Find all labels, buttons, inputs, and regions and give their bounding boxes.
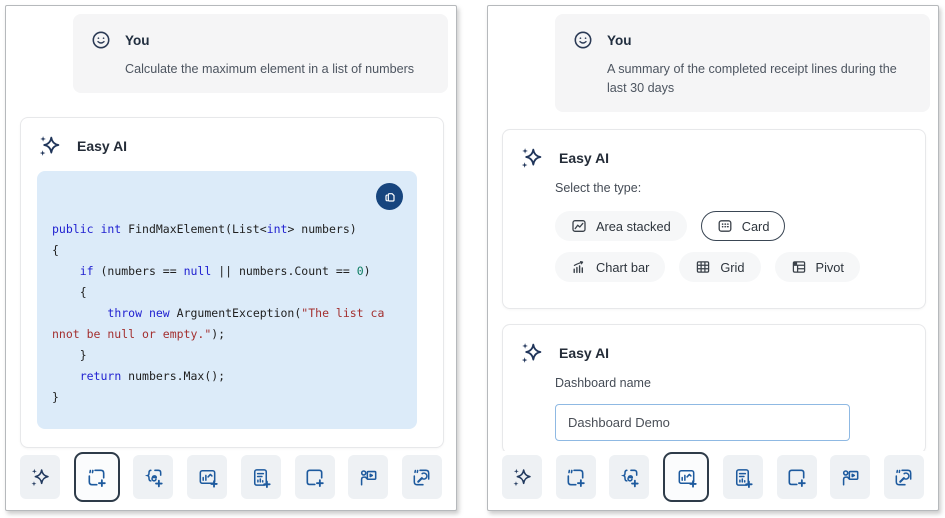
page-add-icon bbox=[785, 466, 808, 489]
add-code-button[interactable] bbox=[133, 455, 173, 499]
chip-row: Area stacked Card bbox=[555, 211, 909, 241]
user-name: You bbox=[125, 33, 150, 48]
report-add-icon bbox=[731, 466, 754, 489]
page-add-icon bbox=[303, 466, 326, 489]
action-toolbar bbox=[6, 451, 456, 503]
action-toolbar bbox=[488, 451, 938, 503]
code-line: nnot be null or empty."); bbox=[52, 324, 402, 345]
user-message-text: A summary of the completed receipt lines… bbox=[607, 60, 914, 98]
wrench-scan-icon bbox=[892, 466, 915, 489]
pivot-icon bbox=[791, 259, 807, 275]
card-icon bbox=[717, 218, 733, 234]
code-line: throw new ArgumentException("The list ca bbox=[52, 303, 402, 324]
sparkle-icon bbox=[37, 133, 63, 159]
code-content: public int FindMaxElement(List<int> numb… bbox=[52, 219, 402, 408]
code-line: { bbox=[52, 240, 402, 261]
chip-pivot[interactable]: Pivot bbox=[775, 252, 860, 282]
presentation-button[interactable] bbox=[830, 455, 870, 499]
chip-label: Chart bar bbox=[596, 260, 649, 275]
presentation-icon bbox=[839, 466, 862, 489]
chip-label: Card bbox=[742, 219, 770, 234]
chip-grid[interactable]: Grid bbox=[679, 252, 760, 282]
dashboard-name-label: Dashboard name bbox=[555, 376, 925, 390]
grid-icon bbox=[695, 259, 711, 275]
copy-code-button[interactable] bbox=[376, 183, 403, 210]
sparkle-icon bbox=[29, 466, 52, 489]
frame-add-icon bbox=[85, 466, 108, 489]
dashboard-name-input[interactable] bbox=[555, 404, 850, 441]
chip-label: Area stacked bbox=[596, 219, 671, 234]
tools-button[interactable] bbox=[884, 455, 924, 499]
type-prompt: Select the type: bbox=[555, 181, 925, 195]
add-snippet-button[interactable] bbox=[556, 455, 596, 499]
add-code-button[interactable] bbox=[609, 455, 649, 499]
user-message-bubble: You Calculate the maximum element in a l… bbox=[73, 14, 448, 93]
code-block: public int FindMaxElement(List<int> numb… bbox=[37, 171, 417, 429]
code-add-icon bbox=[618, 466, 641, 489]
chart-bar-icon bbox=[571, 259, 587, 275]
sparkle-icon bbox=[511, 466, 534, 489]
add-report-button[interactable] bbox=[723, 455, 763, 499]
add-report-button[interactable] bbox=[241, 455, 281, 499]
report-add-icon bbox=[249, 466, 272, 489]
two-panel-screenshot: You Calculate the maximum element in a l… bbox=[0, 0, 945, 511]
chip-label: Pivot bbox=[816, 260, 844, 275]
code-line: if (numbers == null || numbers.Count == … bbox=[52, 261, 402, 282]
sparkle-icon bbox=[519, 145, 545, 171]
add-page-button[interactable] bbox=[295, 455, 335, 499]
ai-sparkle-button[interactable] bbox=[20, 455, 60, 499]
code-line: } bbox=[52, 345, 402, 366]
add-page-button[interactable] bbox=[777, 455, 817, 499]
code-line: { bbox=[52, 282, 402, 303]
code-add-icon bbox=[142, 466, 165, 489]
add-dashboard-button[interactable] bbox=[187, 455, 227, 499]
right-chat-panel: You A summary of the completed receipt l… bbox=[487, 5, 939, 511]
area-stacked-icon bbox=[571, 218, 587, 234]
frame-add-icon bbox=[564, 466, 587, 489]
chart-add-icon bbox=[675, 466, 698, 489]
assistant-name: Easy AI bbox=[559, 150, 609, 166]
code-line: } bbox=[52, 387, 402, 408]
user-message-text: Calculate the maximum element in a list … bbox=[125, 60, 432, 79]
assistant-name-card: Easy AI Dashboard name bbox=[502, 324, 926, 454]
sparkle-icon bbox=[519, 340, 545, 366]
assistant-name: Easy AI bbox=[77, 138, 127, 154]
smiley-face-icon bbox=[572, 29, 594, 51]
chip-label: Grid bbox=[720, 260, 744, 275]
chip-card[interactable]: Card bbox=[701, 211, 786, 241]
wrench-scan-icon bbox=[410, 466, 433, 489]
left-chat-panel: You Calculate the maximum element in a l… bbox=[5, 5, 457, 511]
chip-area-stacked[interactable]: Area stacked bbox=[555, 211, 687, 241]
ai-sparkle-button[interactable] bbox=[502, 455, 542, 499]
copy-icon bbox=[382, 189, 398, 205]
user-name: You bbox=[607, 33, 632, 48]
add-snippet-button[interactable] bbox=[74, 452, 120, 502]
type-chip-group: Area stacked Card Chart bar Grid Pivot bbox=[555, 211, 909, 282]
assistant-name: Easy AI bbox=[559, 345, 609, 361]
chip-chart-bar[interactable]: Chart bar bbox=[555, 252, 665, 282]
smiley-face-icon bbox=[90, 29, 112, 51]
add-dashboard-button[interactable] bbox=[663, 452, 709, 502]
assistant-type-card: Easy AI Select the type: Area stacked Car… bbox=[502, 129, 926, 309]
user-message-bubble: You A summary of the completed receipt l… bbox=[555, 14, 930, 112]
presentation-icon bbox=[357, 466, 380, 489]
tools-button[interactable] bbox=[402, 455, 442, 499]
chart-add-icon bbox=[196, 466, 219, 489]
code-line: public int FindMaxElement(List<int> numb… bbox=[52, 219, 402, 240]
chip-row: Chart bar Grid Pivot bbox=[555, 252, 909, 282]
presentation-button[interactable] bbox=[348, 455, 388, 499]
code-line: return numbers.Max(); bbox=[52, 366, 402, 387]
assistant-card: Easy AI public int FindMaxElement(List<i… bbox=[20, 117, 444, 448]
